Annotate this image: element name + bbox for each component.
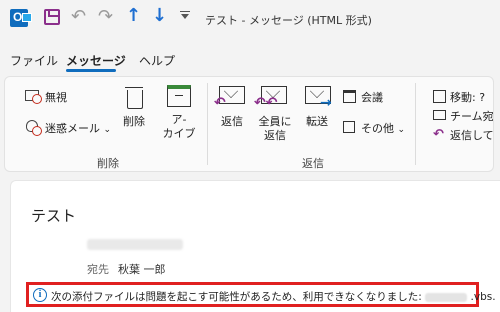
more-button[interactable]: その他 ⌄ [361, 120, 405, 136]
archive-label-line1: ア- [171, 113, 187, 126]
quick-step-reply-delete[interactable]: 返信して削除 [450, 127, 493, 143]
archive-button[interactable]: ア- カイブ [159, 113, 199, 141]
move-icon [433, 90, 446, 103]
more-actions-icon [343, 121, 355, 133]
reply-delete-icon: ↶ [433, 127, 444, 142]
delete-button[interactable]: 削除 [117, 115, 151, 129]
reply-all-label-line2: 返信 [264, 129, 286, 142]
chevron-down-icon: ⌄ [103, 125, 112, 135]
next-item-icon[interactable]: ↓ [152, 5, 167, 26]
reply-group-label: 返信 [302, 157, 324, 170]
tab-message[interactable]: メッセージ [66, 52, 126, 69]
group-divider [207, 83, 208, 165]
reply-all-label-line1: 全員に [258, 115, 292, 128]
meeting-button[interactable]: 会議 [361, 89, 383, 105]
reply-icon: ↶ [214, 86, 245, 111]
ribbon-tabs: ファイル メッセージ ヘルプ [0, 44, 500, 70]
active-tab-indicator [66, 69, 116, 72]
junk-label: 迷惑メール [45, 122, 100, 135]
junk-button[interactable]: 迷惑メール ⌄ [45, 120, 111, 136]
attachment-extension: .vbs. [470, 291, 496, 303]
reading-pane: テスト 宛先 秋葉 一郎 i 次の添付ファイルは問題を起こす可能性があるため、利… [10, 180, 500, 312]
title-bar: ↶ ↷ ↑ ↓ テスト - メッセージ (HTML 形式) [0, 0, 500, 40]
ignore-icon [25, 90, 42, 104]
window-title: テスト - メッセージ (HTML 形式) [205, 14, 372, 27]
forward-icon: → [305, 86, 332, 111]
ribbon: 無視 迷惑メール ⌄ 削除 ア- カイブ 削除 ↶ 返信 ↶↶ 全員に 返信 →… [4, 76, 494, 172]
attachment-name-redacted [425, 292, 468, 302]
ignore-button[interactable]: 無視 [45, 89, 67, 105]
delete-group-label: 削除 [97, 157, 119, 170]
more-label: その他 [361, 122, 394, 135]
delete-icon [125, 85, 143, 109]
reply-button[interactable]: 返信 [213, 115, 251, 129]
message-subject: テスト [31, 207, 77, 225]
tab-help[interactable]: ヘルプ [139, 52, 175, 69]
info-icon: i [33, 288, 47, 302]
customize-toolbar-icon[interactable] [180, 11, 192, 23]
archive-label-line2: カイブ [162, 127, 196, 140]
team-email-icon [433, 110, 446, 120]
tab-file[interactable]: ファイル [10, 52, 58, 69]
infobar-message: 次の添付ファイルは問題を起こす可能性があるため、利用できなくなりました: [51, 291, 422, 303]
attachment-blocked-infobar: i 次の添付ファイルは問題を起こす可能性があるため、利用できなくなりました: .… [26, 282, 496, 307]
junk-icon [26, 120, 42, 136]
reply-all-icon: ↶↶ [254, 86, 287, 111]
forward-button[interactable]: 転送 [299, 115, 335, 129]
archive-icon [167, 85, 191, 107]
reply-all-button[interactable]: 全員に 返信 [255, 115, 295, 143]
undo-icon[interactable]: ↶ [71, 6, 86, 27]
chevron-down-icon: ⌄ [397, 125, 406, 135]
redo-icon[interactable]: ↷ [98, 6, 113, 27]
to-recipient[interactable]: 秋葉 一郎 [118, 261, 166, 277]
to-label: 宛先 [87, 263, 109, 276]
quick-step-team[interactable]: チーム宛て電 [450, 108, 493, 124]
meeting-icon [343, 90, 356, 103]
outlook-logo-icon [10, 9, 32, 27]
quick-step-move[interactable]: 移動: ? [450, 89, 485, 105]
save-icon[interactable] [44, 9, 60, 25]
sender-redacted [87, 239, 183, 250]
group-divider [415, 83, 416, 165]
previous-item-icon[interactable]: ↑ [126, 5, 141, 26]
infobar-text: 次の添付ファイルは問題を起こす可能性があるため、利用できなくなりました: .vb… [51, 289, 496, 304]
